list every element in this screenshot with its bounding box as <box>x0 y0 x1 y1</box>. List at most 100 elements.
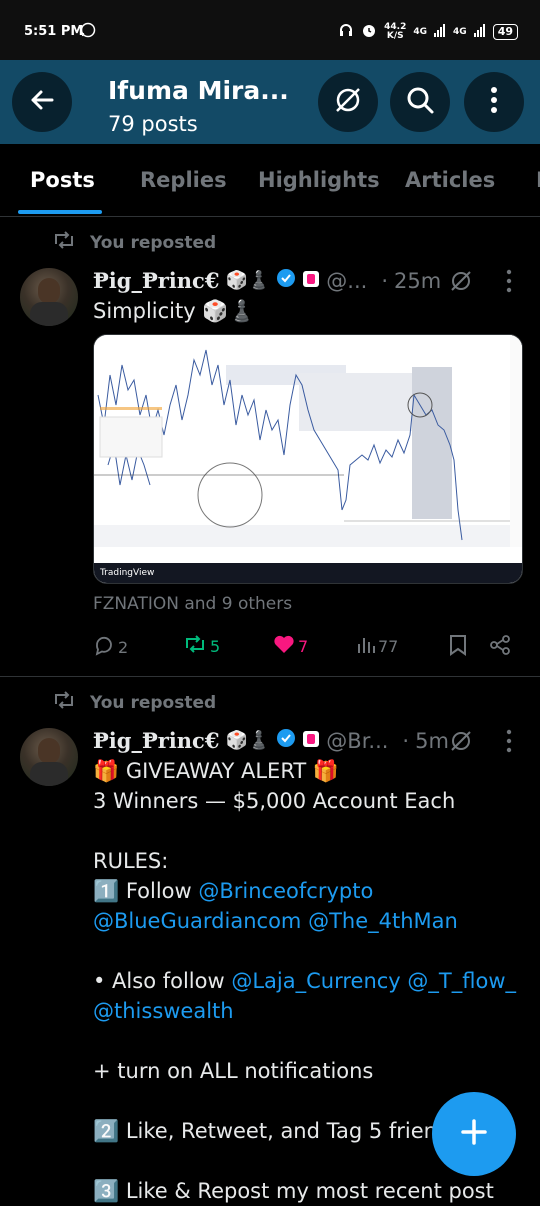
mention-link[interactable]: @thisswealth <box>93 999 234 1023</box>
mention-link[interactable]: @Brinceofcrypto <box>198 879 373 903</box>
bookmark-icon[interactable] <box>449 634 467 656</box>
reply-count: 2 <box>118 637 129 657</box>
post-header: Ᵽig_Ᵽrinc€ 🎲♟️ @... · 25m <box>93 268 441 293</box>
more-button[interactable] <box>464 72 524 132</box>
post-time: 5m <box>415 728 449 753</box>
status-icons: 44.2 K/S 4G 4G 49 <box>338 22 518 42</box>
also-follow-text: • Also follow <box>93 969 232 993</box>
post-line-mentions-2: @thisswealth <box>93 996 234 1026</box>
tradingview-footer: TradingView <box>94 563 522 583</box>
repost-button[interactable]: 5 <box>183 634 220 658</box>
post-divider <box>0 676 540 677</box>
repost-icon <box>52 230 76 255</box>
post-line-also-follow: • Also follow @Laja_Currency @_T_flow_ <box>93 966 516 996</box>
post-more-icon[interactable] <box>506 728 512 758</box>
back-arrow-icon <box>28 86 56 118</box>
repost-label: You reposted <box>90 692 217 713</box>
handle: @Br... <box>326 728 389 753</box>
grok-button[interactable] <box>318 72 378 132</box>
post-line-winners: 3 Winners — $5,000 Account Each <box>93 789 456 813</box>
signal-icon <box>473 23 486 41</box>
grok-icon[interactable] <box>448 268 474 298</box>
mention-link[interactable]: @_T_flow_ <box>407 969 516 993</box>
repost-icon <box>52 690 76 715</box>
tab-highlights[interactable]: Highlights <box>258 168 380 192</box>
separator: · <box>402 728 410 753</box>
share-icon[interactable] <box>489 634 511 656</box>
repost-label: You reposted <box>90 232 217 253</box>
tab-media[interactable]: M <box>536 168 540 192</box>
verified-badge-icon <box>276 268 296 293</box>
name-emojis: 🎲♟️ <box>225 270 271 291</box>
verified-badge-icon <box>276 728 296 753</box>
clock: 5:51 PM <box>24 24 84 39</box>
views-button[interactable]: 77 <box>357 634 398 658</box>
handle: @... <box>326 268 368 293</box>
liked-by[interactable]: FZNATION and 9 others <box>93 594 292 614</box>
post-header: Ᵽig_Ᵽrinc€ 🎲♟️ @Br... · 5m <box>93 728 449 753</box>
active-tab-indicator <box>18 210 102 214</box>
heart-icon <box>273 634 295 658</box>
mention-link[interactable]: @BlueGuardiancom <box>93 909 301 933</box>
status-bar: 5:51 PM 44.2 K/S 4G 4G 49 <box>0 0 540 60</box>
post-actions: 2 5 7 77 <box>93 634 513 664</box>
post-image-chart[interactable]: TradingView <box>93 334 523 584</box>
profile-header: Ifuma Mira... 79 posts <box>0 60 540 144</box>
tab-posts[interactable]: Posts <box>30 168 95 192</box>
tab-replies[interactable]: Replies <box>140 168 227 192</box>
name-emojis: 🎲♟️ <box>225 730 271 751</box>
search-icon <box>405 85 435 119</box>
headset-icon <box>338 22 354 42</box>
views-icon <box>357 634 375 658</box>
like-count: 7 <box>298 636 309 656</box>
repost-icon <box>183 634 207 658</box>
grok-icon <box>332 84 364 120</box>
post-line-rule-1: 1️⃣ Follow @Brinceofcrypto <box>93 876 373 906</box>
avatar[interactable] <box>20 268 78 326</box>
network-type-2: 4G <box>453 26 467 37</box>
network-type-1: 4G <box>413 26 428 37</box>
search-button[interactable] <box>390 72 450 132</box>
reply-button[interactable]: 2 <box>93 634 128 660</box>
post-line-rule-3: 3️⃣ Like & Repost my most recent post <box>93 1179 494 1203</box>
mention-link[interactable]: @Laja_Currency <box>231 969 400 993</box>
repost-count: 5 <box>210 636 221 656</box>
trading-chart-image <box>94 335 522 563</box>
post-line-notifications: + turn on ALL notifications <box>93 1059 374 1083</box>
affiliate-badge-icon <box>302 269 320 293</box>
plus-icon <box>459 1117 489 1151</box>
compose-button[interactable] <box>432 1092 516 1176</box>
post-line-giveaway: 🎁 GIVEAWAY ALERT 🎁 <box>93 759 340 783</box>
battery-level: 49 <box>492 24 518 40</box>
post-count: 79 posts <box>108 112 198 136</box>
avatar[interactable] <box>20 728 78 786</box>
display-name[interactable]: Ᵽig_Ᵽrinc€ <box>93 728 219 753</box>
view-count: 77 <box>378 636 399 656</box>
rule-1-text: 1️⃣ Follow <box>93 879 199 903</box>
repost-indicator: You reposted <box>52 230 216 255</box>
like-button[interactable]: 7 <box>273 634 308 658</box>
post-text: Simplicity 🎲♟️ <box>93 299 255 323</box>
affiliate-badge-icon <box>302 729 320 753</box>
alarm-icon <box>361 22 377 42</box>
whatsapp-icon <box>80 22 96 42</box>
post-more-icon[interactable] <box>506 268 512 298</box>
post-line-rule-2: 2️⃣ Like, Retweet, and Tag 5 frien <box>93 1119 437 1143</box>
grok-icon[interactable] <box>448 728 474 758</box>
tradingview-label: TradingView <box>100 568 155 578</box>
post-line-rules: RULES: <box>93 849 169 873</box>
mention-link[interactable]: @The_4thMan <box>308 909 458 933</box>
profile-name: Ifuma Mira... <box>108 76 289 105</box>
signal-icon <box>434 23 446 41</box>
display-name[interactable]: Ᵽig_Ᵽrinc€ <box>93 268 219 293</box>
post-time: 25m <box>394 268 442 293</box>
separator: · <box>381 268 388 293</box>
network-speed: 44.2 K/S <box>384 22 407 41</box>
tab-articles[interactable]: Articles <box>405 168 495 192</box>
more-vertical-icon <box>490 86 498 118</box>
reply-icon <box>93 634 115 660</box>
profile-tabs: Posts Replies Highlights Articles M <box>0 144 540 217</box>
post-line-mentions: @BlueGuardiancom @The_4thMan <box>93 906 458 936</box>
back-button[interactable] <box>12 72 72 132</box>
repost-indicator: You reposted <box>52 690 216 715</box>
